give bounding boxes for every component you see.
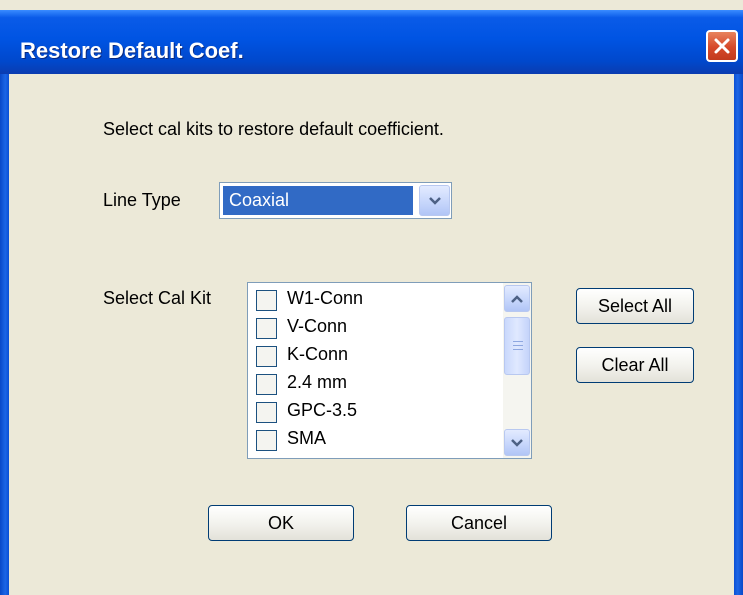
vertical-scrollbar[interactable] — [503, 283, 531, 458]
checkbox-label: GPC-3.5 — [287, 400, 358, 420]
list-item-v-conn[interactable]: V-Conn — [256, 315, 496, 341]
line-type-label: Line Type — [103, 190, 181, 210]
title-bar[interactable]: Restore Default Coef. — [0, 10, 743, 74]
select-cal-kit-label: Select Cal Kit — [103, 288, 212, 308]
window-frame-left — [0, 74, 9, 595]
line-type-select[interactable]: Coaxial — [219, 182, 452, 219]
checkbox-label: W1-Conn — [287, 288, 364, 308]
checkbox[interactable] — [256, 374, 277, 395]
list-item-sma[interactable]: SMA — [256, 427, 496, 453]
chevron-down-icon — [428, 196, 441, 205]
checkbox[interactable] — [256, 346, 277, 367]
checkbox-label: 2.4 mm — [287, 372, 348, 392]
ok-button[interactable]: OK — [208, 505, 354, 541]
instruction-text: Select cal kits to restore default coeff… — [103, 119, 444, 139]
close-button[interactable] — [706, 30, 738, 62]
grip-line — [513, 349, 523, 350]
list-item-w1-conn[interactable]: W1-Conn — [256, 287, 496, 313]
checkbox[interactable] — [256, 430, 277, 451]
select-all-button[interactable]: Select All — [576, 288, 694, 324]
clear-all-button[interactable]: Clear All — [576, 347, 694, 383]
checkbox[interactable] — [256, 402, 277, 423]
checkbox[interactable] — [256, 318, 277, 339]
cal-kit-list[interactable]: W1-Conn V-Conn K-Conn 2.4 mm GPC-3.5 SMA — [247, 282, 532, 459]
cancel-button[interactable]: Cancel — [406, 505, 552, 541]
grip-line — [513, 345, 523, 346]
line-type-dropdown-button[interactable] — [419, 185, 450, 216]
grip-line — [513, 341, 523, 342]
scroll-down-button[interactable] — [504, 429, 530, 456]
list-item-k-conn[interactable]: K-Conn — [256, 343, 496, 369]
dialog-title: Restore Default Coef. — [20, 38, 244, 63]
checkbox-label: K-Conn — [287, 344, 349, 364]
window-frame-right — [734, 74, 743, 595]
list-item-gpc-3-5[interactable]: GPC-3.5 — [256, 399, 496, 425]
checkbox[interactable] — [256, 290, 277, 311]
scroll-thumb[interactable] — [504, 317, 530, 375]
chevron-up-icon — [511, 294, 523, 303]
scroll-up-button[interactable] — [504, 285, 530, 312]
list-item-2-4-mm[interactable]: 2.4 mm — [256, 371, 496, 397]
restore-default-coef-dialog: Restore Default Coef. Select cal kits to… — [0, 0, 743, 595]
close-icon — [714, 38, 730, 54]
checkbox-label: V-Conn — [287, 316, 348, 336]
chevron-down-icon — [511, 438, 523, 447]
checkbox-label: SMA — [287, 428, 327, 448]
line-type-selected-value: Coaxial — [223, 186, 413, 215]
